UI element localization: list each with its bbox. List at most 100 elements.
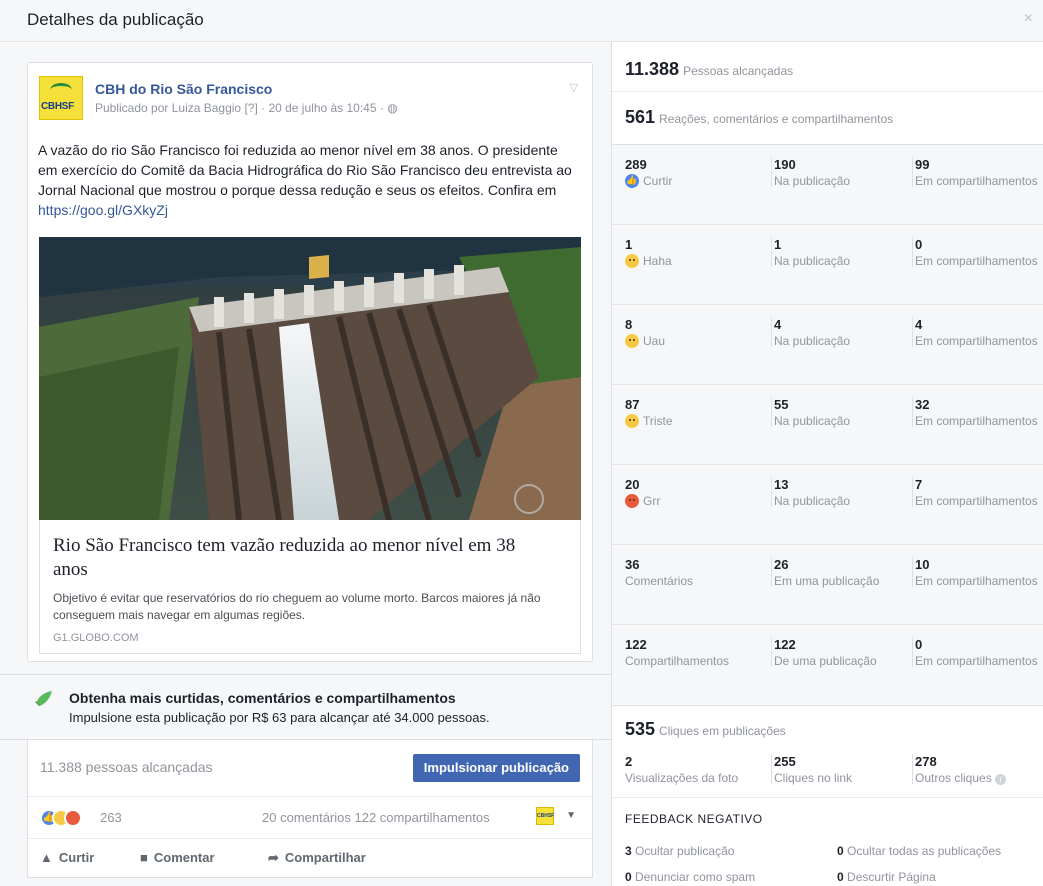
page-mini-avatar[interactable]: CBHSF — [536, 807, 554, 825]
report-spam-label: Denunciar como spam — [635, 870, 756, 884]
stat-row-shares: 122 Compartilhamentos 122 De uma publicaçã… — [612, 625, 1043, 705]
stat-row-wow: 8 Uau 4 Na publicação 4 Em compartilhamento… — [612, 305, 1043, 385]
stat-total-number: 8 — [625, 317, 633, 332]
reach-number: 11.388 — [625, 59, 680, 79]
stat-total: 36 Comentários — [625, 557, 693, 589]
stat-on-post: 190 Na publicação — [771, 157, 851, 188]
like-button[interactable]: ▲ Curtir — [40, 850, 94, 865]
stat-on-shares-label: Em compartilhamentos — [915, 254, 1038, 268]
post-link[interactable]: https://goo.gl/GXkyZj — [38, 202, 168, 218]
sad-icon — [625, 414, 639, 428]
page-name-link[interactable]: CBH do Rio São Francisco — [95, 81, 272, 97]
clicks-label: Cliques em publicações — [659, 724, 786, 738]
stat-row-comments: 36 Comentários 26 Em uma publicação 10 Em c… — [612, 545, 1043, 625]
leaf-check-icon — [35, 691, 52, 706]
stat-on-shares: 32 Em compartilhamentos — [912, 397, 1038, 428]
stat-on-shares: 0 Em compartilhamentos — [912, 637, 1038, 668]
stat-on-post-number: 13 — [774, 477, 789, 492]
stat-on-post-label: Na publicação — [774, 494, 851, 508]
photo-views-label: Visualizações da foto — [625, 771, 739, 785]
stat-on-shares-label: Em compartilhamentos — [915, 174, 1038, 188]
stat-total-number: 1 — [625, 237, 633, 252]
stat-on-shares: 10 Em compartilhamentos — [912, 557, 1038, 588]
reach-summary: 11.388 Pessoas alcançadas — [612, 42, 1043, 92]
stat-on-shares-label: Em compartilhamentos — [915, 574, 1038, 588]
logo-wave-icon — [50, 83, 72, 97]
stat-on-post: 4 Na publicação — [771, 317, 851, 348]
reaction-icons[interactable]: 👍 — [40, 809, 82, 827]
info-icon[interactable]: i — [995, 774, 1007, 785]
stat-label: Curtir — [643, 174, 673, 188]
engagement-number: 561 — [625, 107, 656, 127]
modal-header: Detalhes da publicação × — [0, 0, 1043, 42]
link-preview-box[interactable]: Rio São Francisco tem vazão reduzida ao … — [39, 520, 581, 654]
chevron-down-icon[interactable]: ▽ — [570, 81, 578, 94]
stat-on-post: 26 Em uma publicação — [771, 557, 880, 588]
reactions-summary: 👍 263 20 comentários 122 compartilhament… — [27, 796, 593, 838]
like-icon — [625, 173, 639, 188]
hide-all-number: 0 — [837, 844, 844, 858]
angry-reaction-icon — [64, 809, 82, 827]
stat-on-post: 55 Na publicação — [771, 397, 850, 428]
report-spam: 0 Denunciar como spam — [625, 870, 755, 884]
stat-on-shares: 0 Em compartilhamentos — [912, 237, 1038, 268]
post-card: CBHSF CBH do Rio São Francisco Publicado… — [27, 62, 593, 662]
stat-row-angry: 20 Grr 13 Na publicação 7 Em compartilhamen… — [612, 465, 1043, 545]
stat-on-shares: 7 Em compartilhamentos — [912, 477, 1038, 508]
stat-on-shares-number: 32 — [915, 397, 930, 412]
angry-icon — [625, 494, 639, 508]
stat-on-post-label: Na publicação — [774, 254, 851, 268]
unlike-page: 0 Descurtir Página — [837, 870, 936, 884]
hide-post-label: Ocultar publicação — [635, 844, 735, 858]
link-clicks-number: 255 — [774, 754, 796, 769]
stat-on-shares-number: 4 — [915, 317, 923, 332]
comment-button[interactable]: ■ Comentar — [140, 850, 215, 865]
thumbs-up-icon: ▲ — [40, 850, 53, 865]
stat-on-post-label: Na publicação — [774, 334, 851, 348]
boost-promo: Obtenha mais curtidas, comentários e com… — [0, 674, 611, 740]
logo-text: CBHSF — [41, 101, 74, 112]
stat-total-number: 87 — [625, 397, 640, 412]
comment-bubble-icon: ■ — [140, 850, 148, 865]
stat-total: 122 Compartilhamentos — [625, 637, 729, 669]
reach-label: Pessoas alcançadas — [683, 64, 794, 78]
report-spam-number: 0 — [625, 870, 632, 884]
stat-label: Grr — [643, 494, 661, 508]
link-clicks-label: Cliques no link — [774, 771, 853, 785]
engagement-line: 561 Reações, comentários e compartilhamen… — [625, 107, 893, 128]
stat-on-post-number: 4 — [774, 317, 782, 332]
negative-feedback-title: FEEDBACK NEGATIVO — [625, 812, 763, 826]
hide-post-number: 3 — [625, 844, 632, 858]
like-label: Curtir — [58, 850, 95, 865]
hide-post: 3 Ocultar publicação — [625, 844, 734, 858]
link-title[interactable]: Rio São Francisco tem vazão reduzida ao … — [53, 534, 553, 582]
boost-post-button[interactable]: Impulsionar publicação — [412, 754, 580, 782]
people-reached: 11.388 pessoas alcançadas — [40, 759, 213, 775]
stat-label: Compartilhamentos — [625, 654, 730, 668]
engagement-label: Reações, comentários e compartilhamentos — [659, 112, 894, 126]
post-meta: Publicado por Luiza Baggio [?] · 20 de j… — [95, 101, 398, 115]
modal-title: Detalhes da publicação — [27, 10, 204, 29]
comments-shares-count[interactable]: 20 comentários 122 compartilhamentos — [262, 810, 490, 825]
link-preview-image[interactable] — [39, 237, 581, 520]
other-clicks-label: Outros cliques — [915, 771, 992, 785]
close-icon[interactable]: × — [1024, 10, 1033, 28]
stat-on-post-label: Na publicação — [774, 174, 851, 188]
stat-on-post-label: De uma publicação — [774, 654, 877, 668]
page-avatar[interactable]: CBHSF — [39, 76, 83, 120]
stat-on-post: 13 Na publicação — [771, 477, 851, 508]
share-arrow-icon: ➦ — [268, 850, 279, 865]
hide-all-posts: 0 Ocultar todas as publicações — [837, 844, 1001, 858]
share-button[interactable]: ➦ Compartilhar — [268, 850, 366, 866]
stat-on-shares-label: Em compartilhamentos — [915, 654, 1038, 668]
stat-total: 289 Curtir — [625, 157, 672, 189]
stat-total-number: 20 — [625, 477, 640, 492]
reaction-count[interactable]: 263 — [100, 810, 122, 825]
caret-down-icon[interactable]: ▼ — [566, 810, 576, 821]
link-clicks: 255 Cliques no link — [771, 754, 853, 785]
stat-on-post: 1 Na publicação — [771, 237, 851, 268]
stat-row-haha: 1 Haha 1 Na publicação 0 Em compartilhament… — [612, 225, 1043, 305]
stat-on-shares-number: 99 — [915, 157, 930, 172]
hide-all-label: Ocultar todas as publicações — [847, 844, 1002, 858]
stat-on-post-label: Em uma publicação — [774, 574, 880, 588]
